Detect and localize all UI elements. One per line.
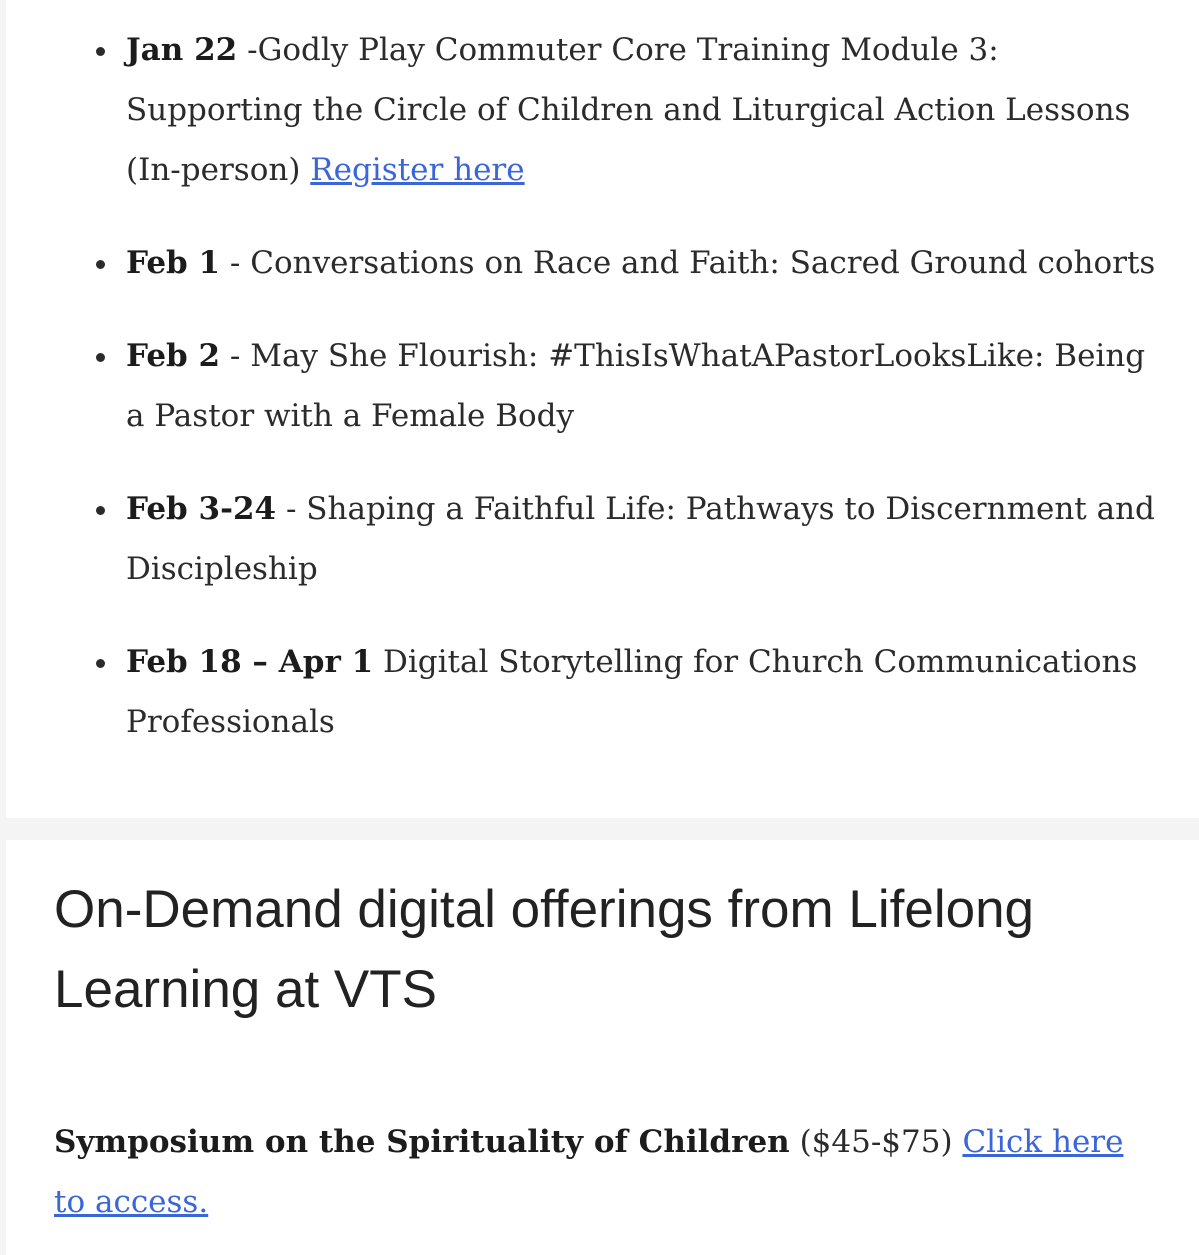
event-item-feb-1: Feb 1 - Conversations on Race and Faith:… xyxy=(96,233,1166,293)
event-title: -Godly Play Commuter Core Training Modul… xyxy=(126,32,1131,188)
register-here-link[interactable]: Register here xyxy=(310,152,524,188)
bullet-icon xyxy=(96,659,105,668)
event-date: Feb 1 xyxy=(126,245,221,281)
offering-price: ($45-$75) xyxy=(789,1124,963,1160)
event-title: - Shaping a Faithful Life: Pathways to D… xyxy=(126,491,1155,587)
event-item-feb-2: Feb 2 - May She Flourish: #ThisIsWhatAPa… xyxy=(96,326,1166,446)
event-item-feb-18-apr-1: Feb 18 – Apr 1 Digital Storytelling for … xyxy=(96,632,1166,752)
event-title: - May She Flourish: #ThisIsWhatAPastorLo… xyxy=(126,338,1146,434)
event-title: - Conversations on Race and Faith: Sacre… xyxy=(220,245,1156,281)
bullet-icon xyxy=(96,353,105,362)
ondemand-card: On-Demand digital offerings from Lifelon… xyxy=(6,840,1199,1255)
bullet-icon xyxy=(96,47,105,56)
events-card: Jan 22 -Godly Play Commuter Core Trainin… xyxy=(6,0,1199,818)
event-date: Jan 22 xyxy=(126,32,238,68)
section-title: On-Demand digital offerings from Lifelon… xyxy=(54,880,1035,1019)
event-date: Feb 2 xyxy=(126,338,221,374)
bullet-icon xyxy=(96,260,105,269)
offering-name: Symposium on the Spirituality of Childre… xyxy=(54,1124,790,1160)
offering-item: Symposium on the Spirituality of Childre… xyxy=(54,1112,1154,1232)
events-list: Jan 22 -Godly Play Commuter Core Trainin… xyxy=(96,20,1166,785)
event-item-feb-3-24: Feb 3-24 - Shaping a Faithful Life: Path… xyxy=(96,479,1166,599)
event-date: Feb 3-24 xyxy=(126,491,277,527)
event-date: Feb 18 – Apr 1 xyxy=(126,644,374,680)
bullet-icon xyxy=(96,506,105,515)
event-item-jan-22: Jan 22 -Godly Play Commuter Core Trainin… xyxy=(96,20,1166,200)
